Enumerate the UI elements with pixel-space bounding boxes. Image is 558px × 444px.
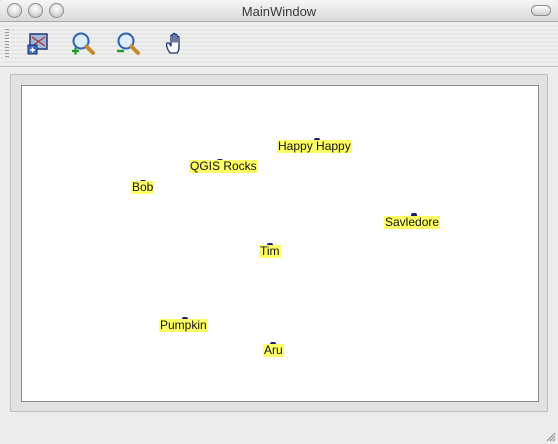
zoom-in-icon [72,32,95,55]
zoom-out-button[interactable] [115,31,141,57]
toolbar-toggle-button[interactable] [531,5,551,16]
pan-hand-icon [165,32,180,54]
map-label: Aru [263,343,284,357]
map-label: Bob [131,180,155,194]
zoom-in-button[interactable] [70,31,96,57]
map-label: QGIS Rocks [189,159,258,173]
title-bar: MainWindow [0,0,558,22]
map-label: Happy Happy [277,139,352,153]
map-layer-button[interactable] [26,31,52,57]
map-layer-icon [27,33,48,55]
zoom-out-icon [117,32,140,55]
resize-grip-icon[interactable] [544,430,556,442]
window-title: MainWindow [241,4,317,19]
pan-button[interactable] [162,31,188,57]
map-label: Savledore [384,215,441,229]
map-label: Tim [259,244,281,258]
toolbar-grip-handle[interactable] [5,29,9,59]
map-label: Pumpkin [159,318,208,332]
toolbar [0,23,558,67]
